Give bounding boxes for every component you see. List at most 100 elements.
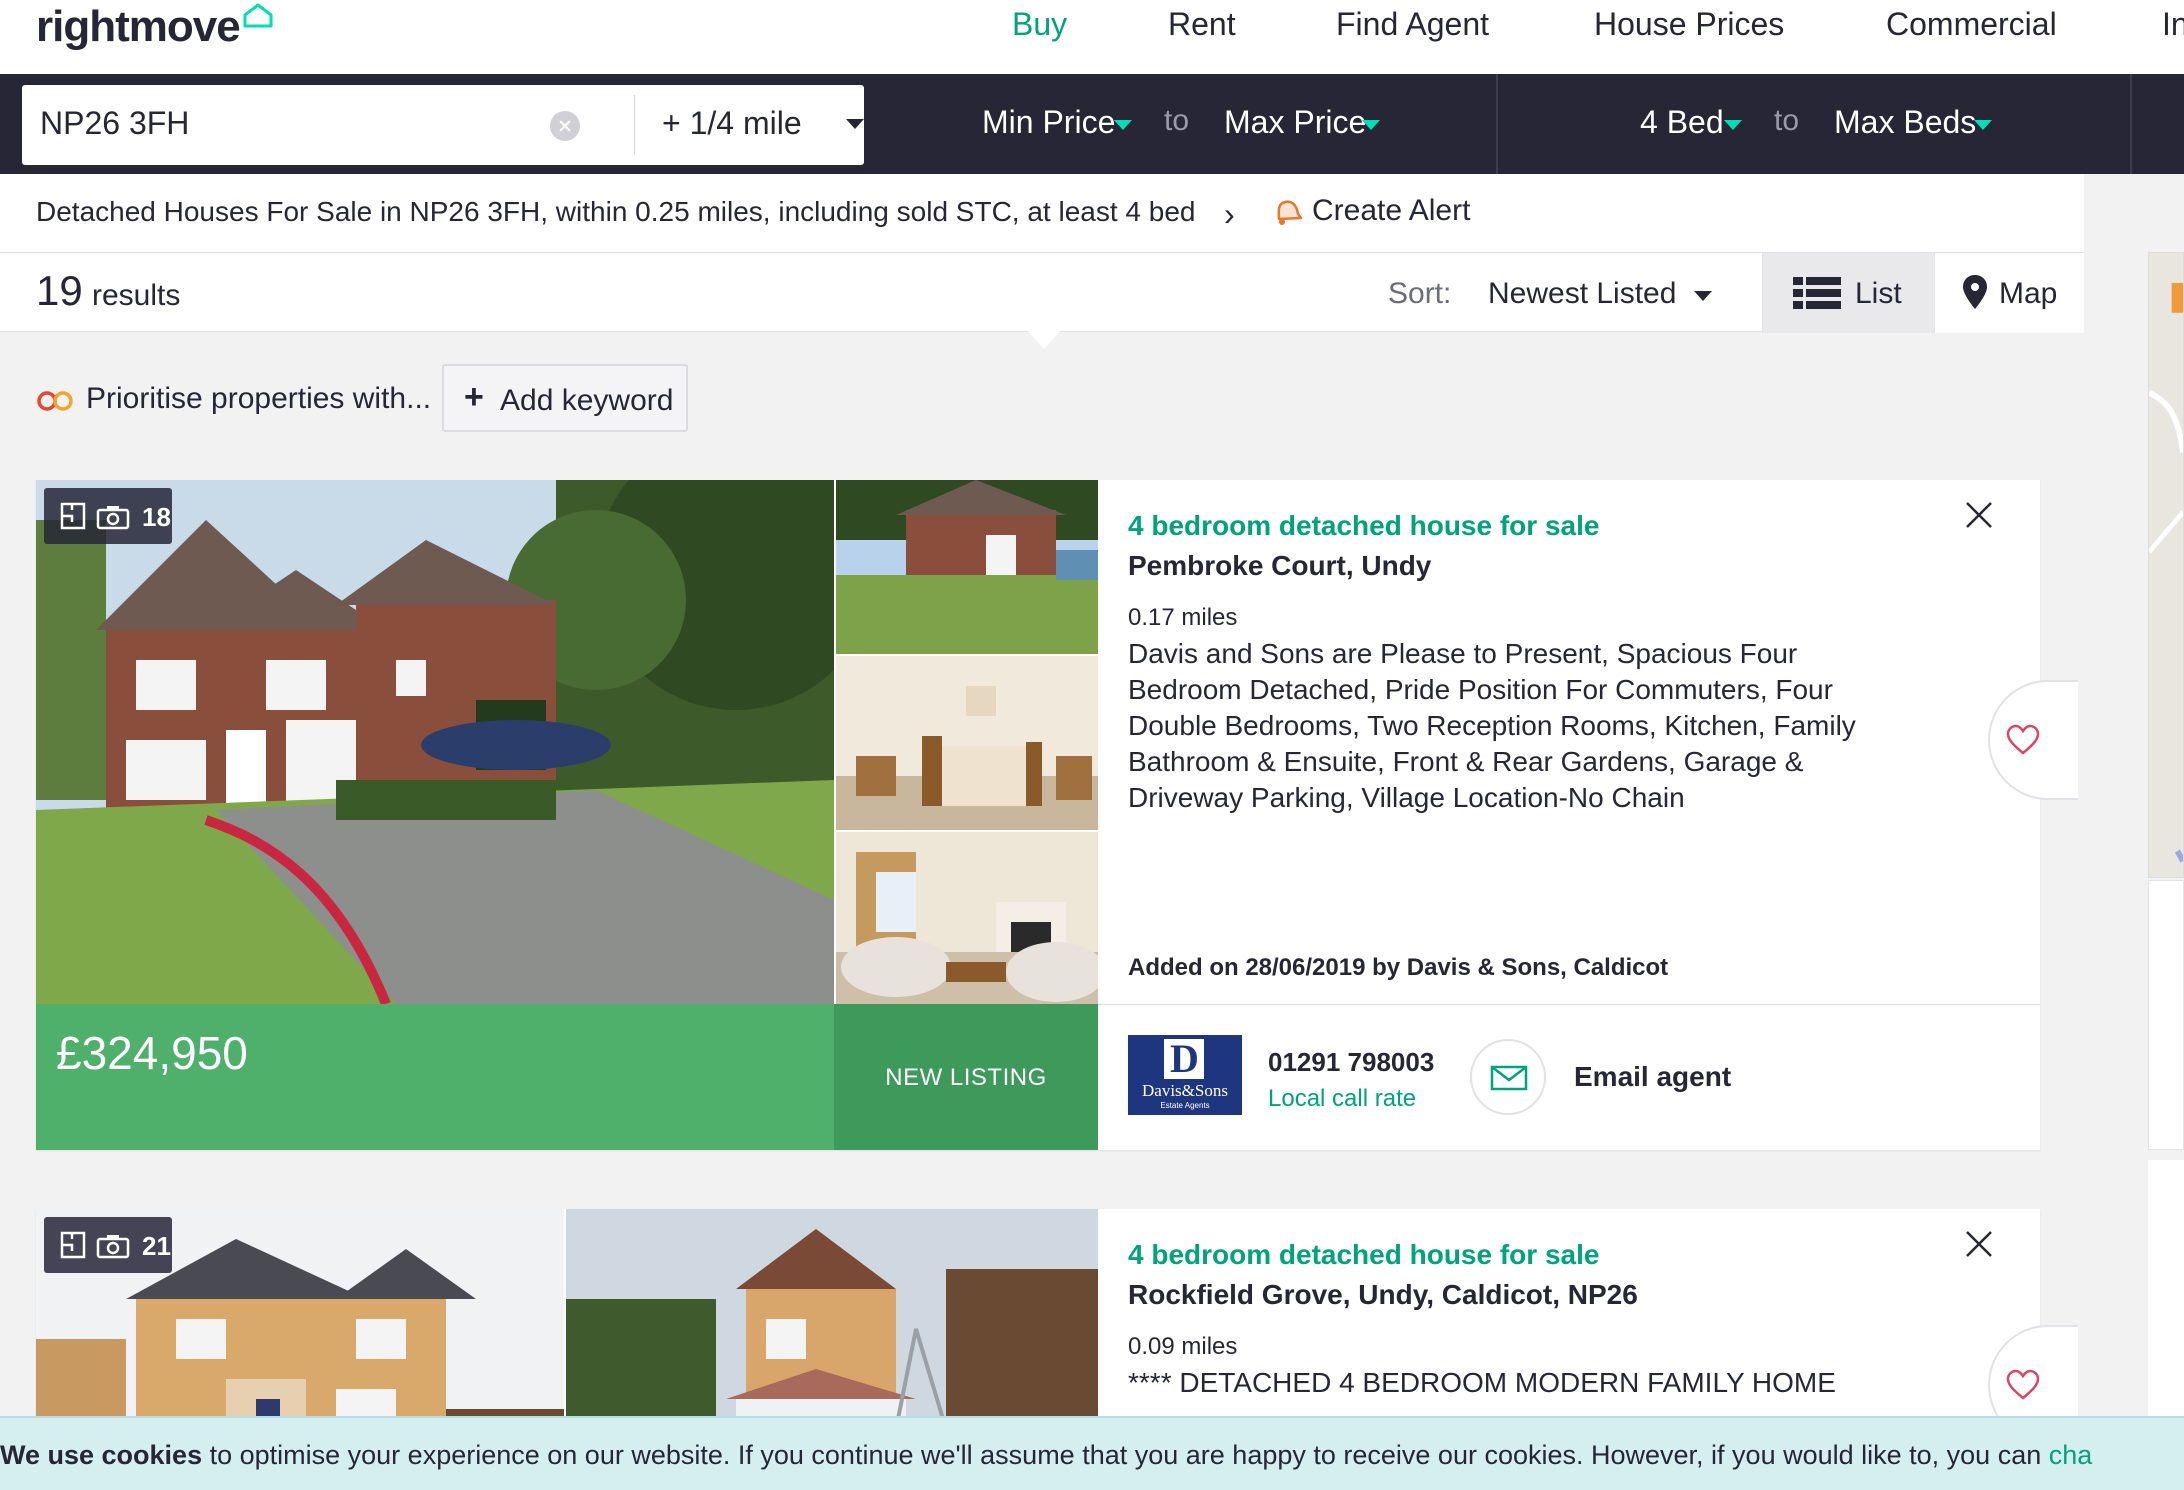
main-property-photo[interactable] (36, 480, 834, 1004)
map-view-button[interactable]: Map (1934, 253, 2084, 333)
results-count: 19 (36, 267, 83, 314)
property-distance: 0.17 miles (1128, 604, 1238, 631)
list-view-button[interactable]: List (1762, 253, 1934, 333)
property-summary[interactable]: **** DETACHED 4 BEDROOM MODERN FAMILY HO… (1128, 1365, 1918, 1401)
heart-icon (2006, 1369, 2040, 1400)
property-card[interactable]: 18 £324,950 NEW LISTING 4 bedroom detach… (36, 480, 2078, 1150)
property-price: £324,950 (56, 1027, 248, 1079)
caret-down-icon (1694, 291, 1712, 301)
max-price-select[interactable]: Max Price (1224, 104, 1366, 141)
agent-contact-bar: Davis&Sons Estate Agents 01291 798003 Lo… (1098, 1004, 2040, 1150)
map-preview[interactable] (2148, 252, 2184, 878)
price-bar[interactable]: £324,950 (36, 1004, 834, 1150)
search-summary[interactable]: Detached Houses For Sale in NP26 3FH, wi… (36, 196, 1195, 228)
location-search: NP26 3FH + 1/4 mile (22, 85, 864, 165)
prioritise-icon (37, 391, 73, 411)
media-count: 21 (142, 1231, 171, 1261)
radius-select[interactable]: + 1/4 mile (662, 105, 802, 142)
caret-down-icon (1362, 120, 1380, 130)
add-keyword-label: Add keyword (500, 384, 674, 417)
media-count-badge: 18 (44, 488, 172, 544)
nav-more[interactable]: In (2162, 6, 2184, 43)
min-beds-select[interactable]: 4 Bed (1640, 104, 1724, 141)
home-roof-icon (243, 3, 273, 28)
heart-icon (2006, 724, 2040, 755)
price-to-label: to (1164, 104, 1190, 137)
cookie-banner: We use cookies to optimise your experien… (0, 1416, 2184, 1490)
property-distance: 0.09 miles (1128, 1333, 1238, 1360)
beds-to-label: to (1774, 104, 1800, 137)
new-listing-badge: NEW LISTING (834, 1004, 1098, 1150)
breadcrumb: Detached Houses For Sale in NP26 3FH, wi… (0, 174, 2084, 252)
caret-down-icon (846, 119, 864, 129)
prioritise-label: Prioritise properties with... (86, 382, 432, 415)
nav-buy[interactable]: Buy (1012, 6, 1067, 43)
max-beds-select[interactable]: Max Beds (1834, 104, 1976, 141)
min-price-select[interactable]: Min Price (982, 104, 1115, 141)
nav-rent[interactable]: Rent (1168, 6, 1236, 43)
map-pin-icon (1963, 275, 1987, 309)
divider (2130, 74, 2132, 174)
cookie-bold: We use cookies (0, 1440, 203, 1470)
close-icon[interactable] (1962, 1227, 1996, 1261)
nav-commercial[interactable]: Commercial (1886, 6, 2057, 43)
list-icon (1793, 277, 1841, 309)
agent-logo-mark (1164, 1039, 1204, 1079)
property-address[interactable]: Pembroke Court, Undy (1128, 550, 1431, 582)
sort-label: Sort: (1388, 277, 1452, 310)
cookie-message: We use cookies to optimise your experien… (0, 1440, 2092, 1471)
map-panel (2148, 1160, 2184, 1420)
chevron-right-icon: › (1224, 196, 1235, 232)
location-input[interactable]: NP26 3FH (40, 105, 189, 142)
map-view-label: Map (1999, 277, 2058, 310)
property-address[interactable]: Rockfield Grove, Undy, Caldicot, NP26 (1128, 1279, 1638, 1311)
camera-icon (96, 1235, 130, 1259)
cookie-body: to optimise your experience on our websi… (202, 1440, 2049, 1470)
caret-down-icon (1724, 120, 1742, 130)
floorplan-icon (60, 502, 86, 530)
add-keyword-button[interactable]: + Add keyword (442, 364, 688, 432)
caret-down-icon (1974, 120, 1992, 130)
nav-find-agent[interactable]: Find Agent (1336, 6, 1489, 43)
caret-down-icon (1114, 120, 1132, 130)
property-summary[interactable]: Davis and Sons are Please to Present, Sp… (1128, 636, 1918, 816)
nav-house-prices[interactable]: House Prices (1594, 6, 1784, 43)
media-count-badge: 21 (44, 1217, 172, 1273)
thumbnail-photo[interactable] (836, 480, 1098, 654)
list-view-label: List (1855, 277, 1902, 310)
agent-logo[interactable]: Davis&Sons Estate Agents (1128, 1035, 1242, 1115)
agent-logo-sub: Estate Agents (1160, 1101, 1210, 1110)
search-bar: NP26 3FH + 1/4 mile Min Price to Max Pri… (0, 74, 2184, 174)
results-bar: 19 results Sort: Newest Listed List Map (0, 252, 2084, 333)
floorplan-icon (60, 1231, 86, 1259)
map-panel (2148, 880, 2184, 1150)
thumbnail-photo[interactable] (836, 656, 1098, 830)
email-agent-button[interactable] (1470, 1039, 1546, 1115)
email-agent-label[interactable]: Email agent (1574, 1061, 1731, 1093)
brand-logo[interactable]: rightmove (36, 2, 241, 52)
property-title[interactable]: 4 bedroom detached house for sale (1128, 510, 1599, 542)
media-count: 18 (142, 502, 171, 532)
agent-logo-name: Davis&Sons (1142, 1081, 1228, 1100)
save-favourite-button[interactable] (1988, 680, 2078, 800)
property-details: 4 bedroom detached house for sale Pembro… (1098, 480, 2078, 1150)
sort-select[interactable]: Newest Listed (1488, 277, 1676, 311)
call-rate-note: Local call rate (1268, 1085, 1417, 1112)
cookie-settings-link[interactable]: cha (2049, 1440, 2093, 1470)
close-icon[interactable] (1962, 498, 1996, 532)
bell-icon[interactable] (1270, 194, 1304, 228)
top-nav: rightmove Buy Rent Find Agent House Pric… (0, 0, 2184, 74)
plus-icon: + (464, 378, 484, 416)
thumbnail-photo[interactable] (836, 832, 1098, 1004)
envelope-icon (1490, 1065, 1528, 1091)
divider (1496, 74, 1498, 174)
property-added: Added on 28/06/2019 by Davis & Sons, Cal… (1128, 954, 1669, 981)
list-pointer (1028, 331, 1060, 349)
results-label: results (92, 279, 181, 312)
property-title[interactable]: 4 bedroom detached house for sale (1128, 1239, 1599, 1271)
listing-tag: NEW LISTING (885, 1064, 1047, 1091)
clear-icon[interactable] (550, 111, 580, 141)
camera-icon (96, 506, 130, 530)
create-alert-link[interactable]: Create Alert (1312, 194, 1470, 228)
agent-phone[interactable]: 01291 798003 (1268, 1047, 1434, 1078)
